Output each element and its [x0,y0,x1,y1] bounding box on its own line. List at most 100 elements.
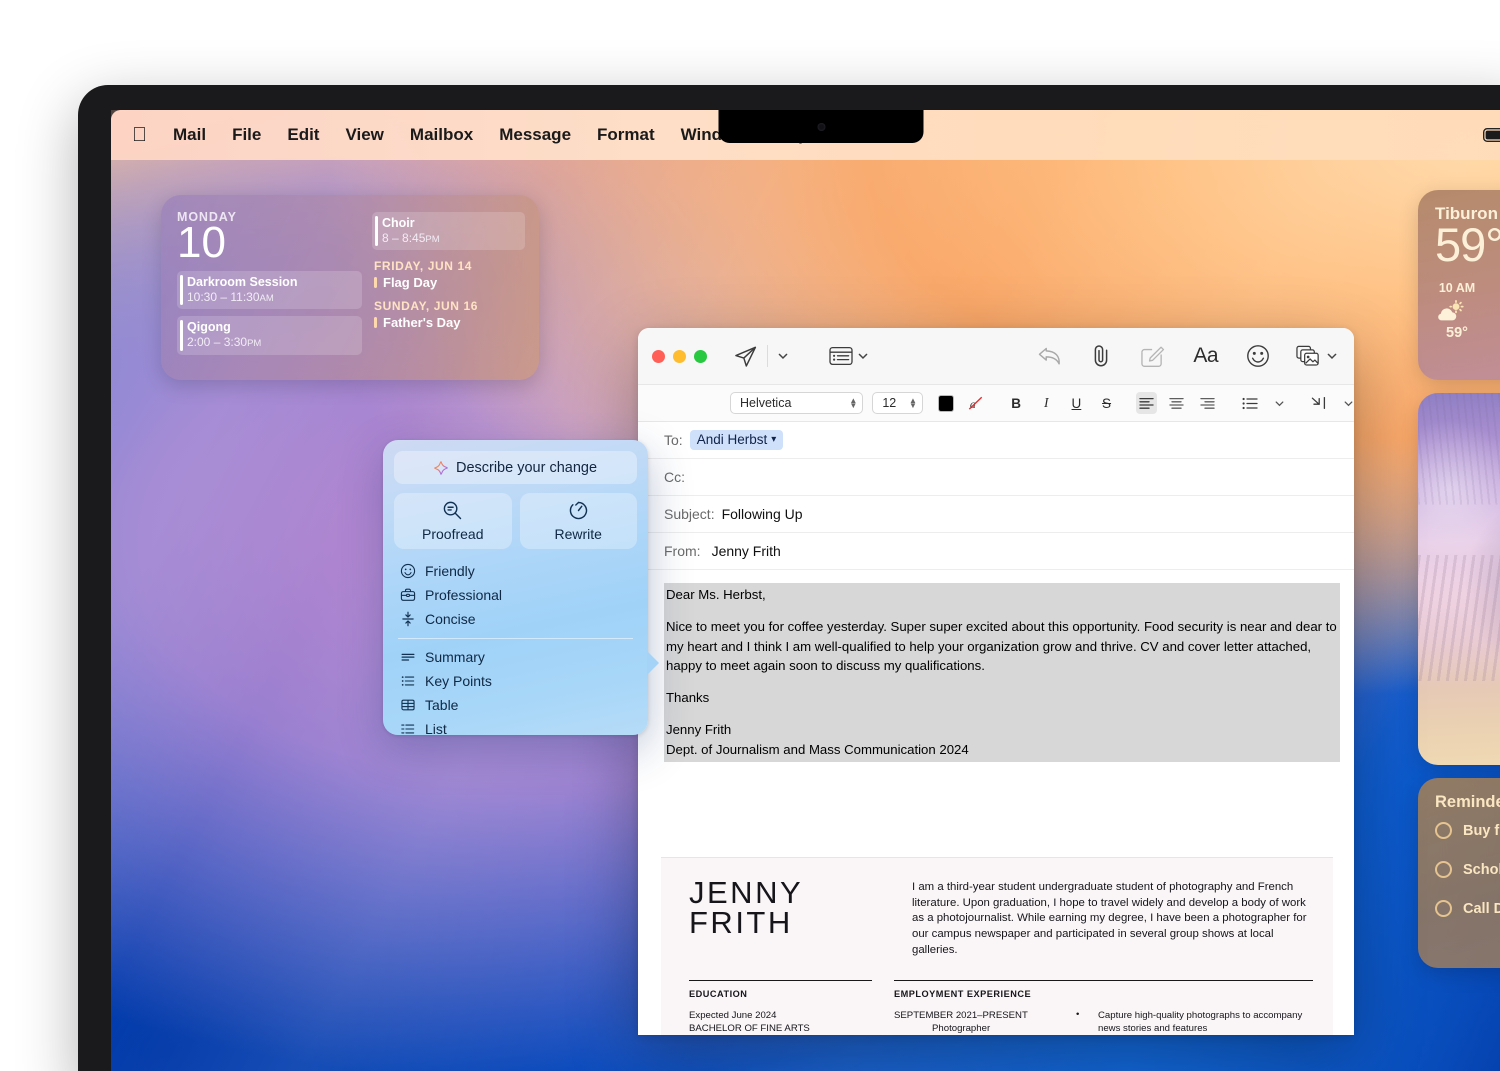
header-fields-chevron-down-icon[interactable] [857,350,869,362]
markup-pencil-icon[interactable] [1140,344,1165,368]
paperclip-icon[interactable] [1090,344,1112,368]
format-aa-icon[interactable]: Aa [1193,344,1218,368]
checkbox-circle-icon[interactable] [1435,900,1452,917]
calendar-date-header: FRIDAY, JUN 14 [374,259,472,274]
menu-item-edit[interactable]: Edit [287,125,319,145]
reminder-item[interactable]: Call Domin [1435,900,1500,917]
selected-text-block[interactable]: Dear Ms. Herbst, Nice to meet you for co… [664,583,1340,762]
menu-item-mail[interactable]: Mail [173,125,206,145]
tone-item-concise[interactable]: Concise [394,607,637,631]
reminder-label: Call Domin [1463,900,1500,917]
reminder-item[interactable]: Scholarship [1435,861,1500,878]
calendar-upcoming-column: Choir 8 – 8:45PM FRIDAY, JUN 14 Flag Day… [372,210,525,368]
menu-item-mailbox[interactable]: Mailbox [410,125,473,145]
menu-item-message[interactable]: Message [499,125,571,145]
bulleted-list-icon[interactable] [1240,392,1261,414]
align-center-icon[interactable] [1166,392,1187,414]
format-item-table[interactable]: Table [394,693,637,717]
photo-browser-icon[interactable] [1296,345,1322,367]
tone-label: Professional [425,587,503,603]
apple-logo-icon[interactable]:  [132,125,147,145]
maximize-button[interactable] [694,349,707,363]
cc-field-row[interactable]: Cc: [638,459,1354,496]
reply-arrow-icon[interactable] [1037,345,1062,367]
rewrite-button[interactable]: Rewrite [519,493,637,549]
rewrite-label: Rewrite [554,526,602,542]
format-item-key-points[interactable]: Key Points [394,669,637,693]
bullet-item: Capture high-quality photographs to acco… [1072,1009,1313,1035]
format-label: Key Points [425,673,492,689]
indent-chevron-down-icon[interactable] [1342,392,1354,414]
menu-item-format[interactable]: Format [597,125,655,145]
message-body[interactable]: Dear Ms. Herbst, Nice to meet you for co… [638,570,1354,762]
recipient-chevron-down-icon[interactable]: ▾ [771,434,776,445]
from-field-row[interactable]: From: Jenny Frith [638,533,1354,570]
underline-button[interactable]: U [1066,392,1087,414]
resume-columns: EDUCATION Expected June 2024 BACHELOR OF… [689,980,1313,1035]
align-left-icon[interactable] [1136,392,1158,414]
close-button[interactable] [652,349,665,363]
calendar-daynumber: 10 [177,218,226,267]
clear-formatting-icon[interactable]: a [965,392,986,414]
text-color-swatch[interactable] [937,394,955,412]
menu-item-file[interactable]: File [232,125,261,145]
menu-item-view[interactable]: View [345,125,383,145]
send-options-chevron-down-icon[interactable] [777,350,789,362]
photos-chevron-down-icon[interactable] [1326,350,1338,362]
tone-item-friendly[interactable]: Friendly [394,559,637,583]
to-field-row[interactable]: To: Andi Herbst ▾ [638,422,1354,459]
sun-behind-cloud-icon [1435,299,1479,321]
education-heading: EDUCATION [689,989,748,1000]
subject-field-row[interactable]: Subject: Following Up [638,496,1354,533]
employment-content: SEPTEMBER 2021–PRESENT Photographer CAMP… [894,1009,1313,1035]
align-right-icon[interactable] [1196,392,1217,414]
education-line: Expected June 2024 [689,1010,777,1022]
calendar-event[interactable]: Flag Day [372,275,525,290]
calendar-event[interactable]: Darkroom Session 10:30 – 11:30AM [177,271,362,310]
rewrite-clock-icon [568,500,589,521]
indent-icon[interactable] [1308,392,1329,414]
proofread-button[interactable]: Proofread [394,493,512,549]
resume-attachment-preview[interactable]: JENNY FRITH I am a third-year student un… [661,857,1333,1035]
calendar-widget[interactable]: MONDAY 10 Darkroom Session 10:30 – 11:30… [161,195,539,380]
photos-widget[interactable] [1418,393,1500,765]
checkbox-circle-icon[interactable] [1435,861,1452,878]
emoji-smiley-icon[interactable] [1246,344,1270,368]
reminder-label: Scholarship [1463,861,1500,878]
recipient-token[interactable]: Andi Herbst ▾ [689,430,784,450]
weather-widget[interactable]: Tiburon 59° 10 AM 59° [1418,190,1500,380]
header-fields-icon[interactable] [829,346,853,366]
checkbox-circle-icon[interactable] [1435,822,1452,839]
bold-button[interactable]: B [1006,392,1027,414]
resume-last-name: FRITH [689,904,793,940]
tone-item-professional[interactable]: Professional [394,583,637,607]
font-family-value: Helvetica [740,396,792,410]
body-paragraph: Nice to meet you for coffee yesterday. S… [666,619,1337,673]
to-label: To: [664,432,683,448]
strikethrough-button[interactable]: S [1096,392,1117,414]
tone-label: Concise [425,611,476,627]
event-title: Flag Day [383,275,438,291]
send-paper-plane-icon[interactable] [733,344,758,369]
reminder-item[interactable]: Buy film (12 [1435,822,1500,839]
format-item-list[interactable]: List [394,717,637,741]
calendar-date-header: SUNDAY, JUN 16 [374,299,478,314]
battery-icon[interactable] [1483,128,1500,142]
font-size-select[interactable]: 12 ▲ ▼ [872,392,923,414]
signature-dept: Dept. of Journalism and Mass Communicati… [666,741,969,757]
minimize-button[interactable] [673,349,686,363]
reminders-widget[interactable]: Reminders Buy film (12 Scholarship Call … [1418,778,1500,968]
calendar-event[interactable]: Choir 8 – 8:45PM [372,212,525,251]
describe-change-input[interactable]: Describe your change [394,451,637,484]
resume-education-section: EDUCATION Expected June 2024 BACHELOR OF… [689,980,872,1035]
font-family-select[interactable]: Helvetica ▲ ▼ [730,392,864,414]
format-item-summary[interactable]: Summary [394,645,637,669]
calendar-event[interactable]: Father's Day [372,315,525,330]
italic-button[interactable]: I [1036,392,1057,414]
calendar-event[interactable]: Qigong 2:00 – 3:30PM [177,316,362,355]
format-toolbar: Helvetica ▲ ▼ 12 ▲ ▼ a B I U S [638,385,1354,422]
list-chevron-down-icon[interactable] [1274,392,1286,414]
resume-bio: I am a third-year student undergraduate … [912,881,1307,956]
